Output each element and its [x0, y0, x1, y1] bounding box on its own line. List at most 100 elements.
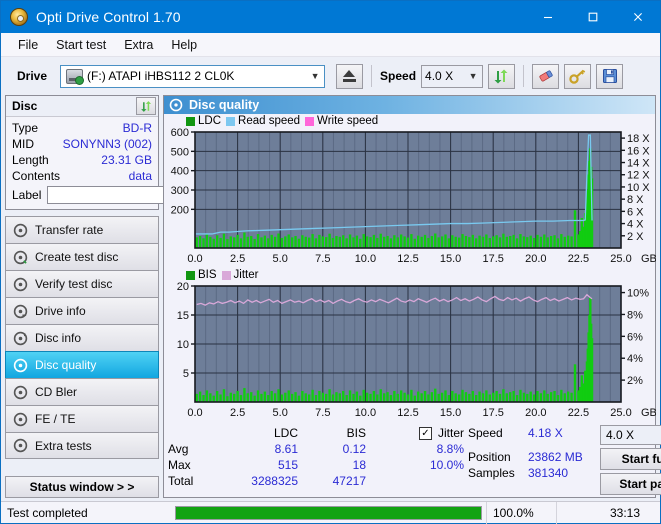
- sidebar-item-label: Disc info: [35, 331, 82, 345]
- sidebar-item-label: Disc quality: [35, 358, 97, 372]
- status-window-button[interactable]: Status window > >: [5, 476, 159, 498]
- sidebar-item-label: Drive info: [35, 304, 86, 318]
- disc-refresh-button[interactable]: [136, 97, 156, 115]
- menu-start-test[interactable]: Start test: [47, 35, 115, 55]
- disc-row-mid: MID SONYNN3 (002): [12, 136, 152, 152]
- test-controls: Speed 4.18 X Position 23862 MB Samples 3…: [468, 425, 661, 495]
- bis-chart: 5 10 15 20 2% 4% 6% 8% 10% 0.0 2.5 5.0 7.5 10.0 12.5 15…: [177, 282, 656, 419]
- disc-type-label: Type: [12, 121, 39, 135]
- drive-icon: [66, 68, 85, 85]
- bis-chart-container: 5 10 15 20 2% 4% 6% 8% 10% 0.0 2.5 5.0 7.5 10.0 12.5 15…: [164, 282, 656, 422]
- sidebar-item-cd-bler[interactable]: CD Bler: [5, 378, 159, 405]
- refresh-icon: [140, 100, 151, 112]
- stats-header-row: LDC BIS ✓ Jitter: [168, 425, 468, 441]
- sidebar-item-transfer-rate[interactable]: Transfer rate: [5, 216, 159, 243]
- sidebar-item-disc-info[interactable]: Disc info: [5, 324, 159, 351]
- eject-button[interactable]: [336, 63, 364, 89]
- legend-bottom: BIS Jitter: [164, 268, 655, 282]
- close-icon: [633, 13, 642, 21]
- maximize-icon: [588, 12, 597, 22]
- stats-table: LDC BIS ✓ Jitter Avg 8.61 0.12 8.8% Max …: [168, 425, 468, 495]
- disc-row-contents: Contents data: [12, 168, 152, 184]
- elapsed-time: 33:13: [556, 501, 646, 524]
- title-bar: Opti Drive Control 1.70: [1, 1, 660, 33]
- drive-select[interactable]: (F:) ATAPI iHBS112 2 CL0K ▼: [60, 64, 326, 88]
- samples-readout-label: Samples: [468, 466, 515, 480]
- sidebar-item-label: FE / TE: [35, 412, 76, 426]
- legend-swatch-read-speed: [226, 116, 236, 126]
- svg-text:15.0: 15.0: [440, 407, 461, 419]
- sidebar-item-fe-te[interactable]: FE / TE: [5, 405, 159, 432]
- svg-text:20: 20: [177, 282, 189, 293]
- disc-contents-label: Contents: [12, 169, 61, 183]
- legend-item-read-speed: Read speed: [226, 115, 300, 127]
- svg-text:10.0: 10.0: [355, 253, 376, 265]
- stats-total-ldc: 3288325: [251, 474, 298, 488]
- svg-text:2%: 2%: [627, 375, 643, 387]
- legend-swatch-jitter: [221, 270, 231, 280]
- svg-text:8 X: 8 X: [627, 194, 644, 206]
- svg-text:6%: 6%: [627, 331, 643, 343]
- start-full-button[interactable]: Start full: [600, 448, 661, 470]
- svg-text:200: 200: [171, 204, 189, 216]
- refresh-button[interactable]: [488, 63, 516, 89]
- speed-select[interactable]: 4.0 X ▼: [421, 64, 484, 88]
- disc-mid-label: MID: [12, 137, 34, 151]
- menu-bar: File Start test Extra Help: [1, 33, 660, 57]
- svg-text:17.5: 17.5: [482, 407, 503, 419]
- legend-item-bis: BIS: [186, 269, 217, 281]
- svg-text:22.5: 22.5: [568, 407, 589, 419]
- readout-gap: [468, 441, 594, 449]
- disc-length-label: Length: [12, 153, 49, 167]
- disc-row-length: Length 23.31 GB: [12, 152, 152, 168]
- speed-readout-label: Speed: [468, 426, 503, 440]
- disc-panel: Disc Type BD-R MID SONYNN3 (002) Length …: [5, 95, 247, 210]
- svg-text:5: 5: [183, 368, 189, 380]
- stats-avg-ldc: 8.61: [274, 442, 298, 456]
- svg-text:15: 15: [177, 310, 189, 322]
- sidebar-item-disc-quality[interactable]: Disc quality: [5, 351, 159, 378]
- disc-icon: [13, 304, 28, 318]
- legend-item-ldc: LDC: [186, 115, 221, 127]
- progress-bar: [175, 505, 482, 520]
- sidebar-item-create-test-disc[interactable]: Create test disc: [5, 243, 159, 270]
- sidebar-item-label: Transfer rate: [35, 223, 104, 237]
- sidebar-item-verify-test-disc[interactable]: Verify test disc: [5, 270, 159, 297]
- erase-button[interactable]: [532, 63, 560, 89]
- svg-text:300: 300: [171, 185, 189, 197]
- sidebar-item-drive-info[interactable]: Drive info: [5, 297, 159, 324]
- menu-extra[interactable]: Extra: [115, 35, 162, 55]
- window-title: Opti Drive Control 1.70: [36, 9, 181, 25]
- svg-text:5.0: 5.0: [273, 407, 288, 419]
- stats-max-jitter: 10.0%: [429, 458, 464, 472]
- maximize-button[interactable]: [570, 1, 615, 33]
- save-button[interactable]: [596, 63, 624, 89]
- sidebar-item-label: CD Bler: [35, 385, 78, 399]
- svg-text:500: 500: [171, 146, 189, 158]
- disc-icon: [13, 358, 28, 372]
- svg-text:400: 400: [171, 166, 189, 178]
- start-part-button[interactable]: Start part: [600, 473, 661, 495]
- disc-info-rows: Type BD-R MID SONYNN3 (002) Length 23.31…: [6, 117, 247, 209]
- svg-text:16 X: 16 X: [627, 145, 650, 157]
- svg-text:4%: 4%: [627, 353, 643, 365]
- disc-icon: [13, 385, 28, 399]
- test-speed-select[interactable]: 4.0 X ▼: [600, 425, 661, 445]
- jitter-checkbox[interactable]: ✓: [418, 426, 432, 440]
- sidebar-item-extra-tests[interactable]: Extra tests: [5, 432, 159, 459]
- samples-readout-value: 381340: [528, 466, 569, 480]
- eraser-icon: [539, 70, 553, 82]
- stats-avg-jitter: 8.8%: [436, 442, 464, 456]
- disc-type-value: BD-R: [122, 121, 152, 135]
- minimize-button[interactable]: [525, 1, 570, 33]
- close-button[interactable]: [615, 1, 660, 33]
- readout-samples: Samples 381340: [468, 465, 594, 481]
- disc-panel-header: Disc: [6, 96, 158, 117]
- progress-fill: [176, 506, 481, 519]
- chevron-down-icon: ▼: [310, 71, 320, 81]
- menu-help[interactable]: Help: [162, 35, 206, 55]
- disc-quality-panel: Disc quality LDC Read speed Write speed: [163, 95, 661, 498]
- key-button[interactable]: [564, 63, 592, 89]
- menu-file[interactable]: File: [9, 35, 47, 55]
